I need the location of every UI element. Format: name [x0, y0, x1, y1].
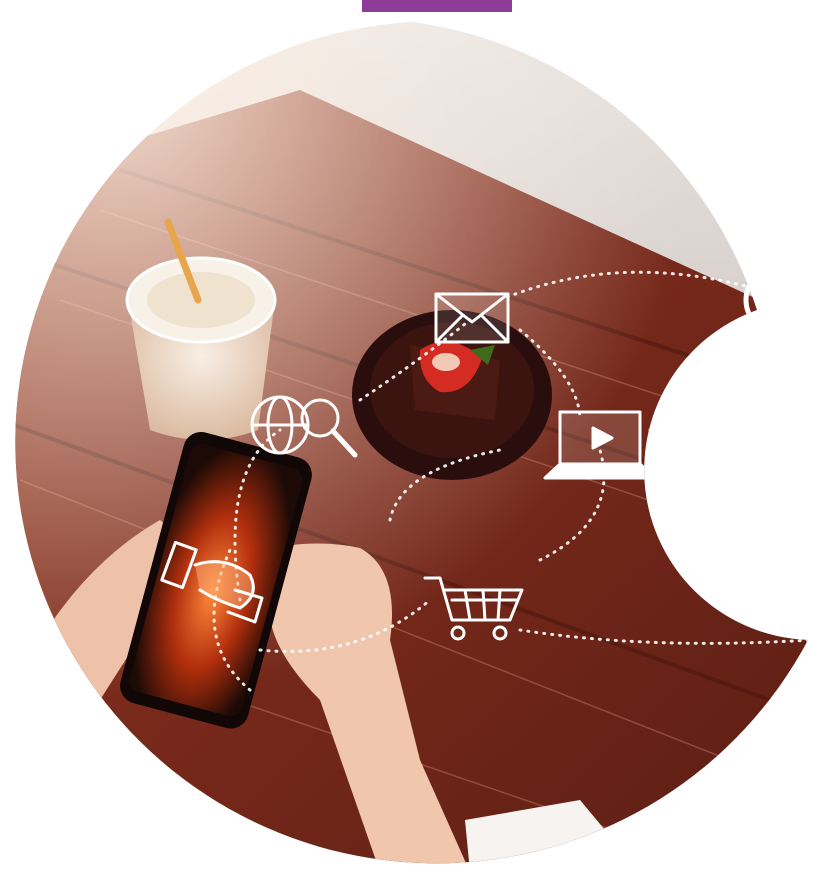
- laptop-play-icon: [543, 410, 657, 480]
- scene: [15, 22, 809, 864]
- envelope-icon: [434, 292, 510, 344]
- at-sign-icon: [743, 265, 809, 335]
